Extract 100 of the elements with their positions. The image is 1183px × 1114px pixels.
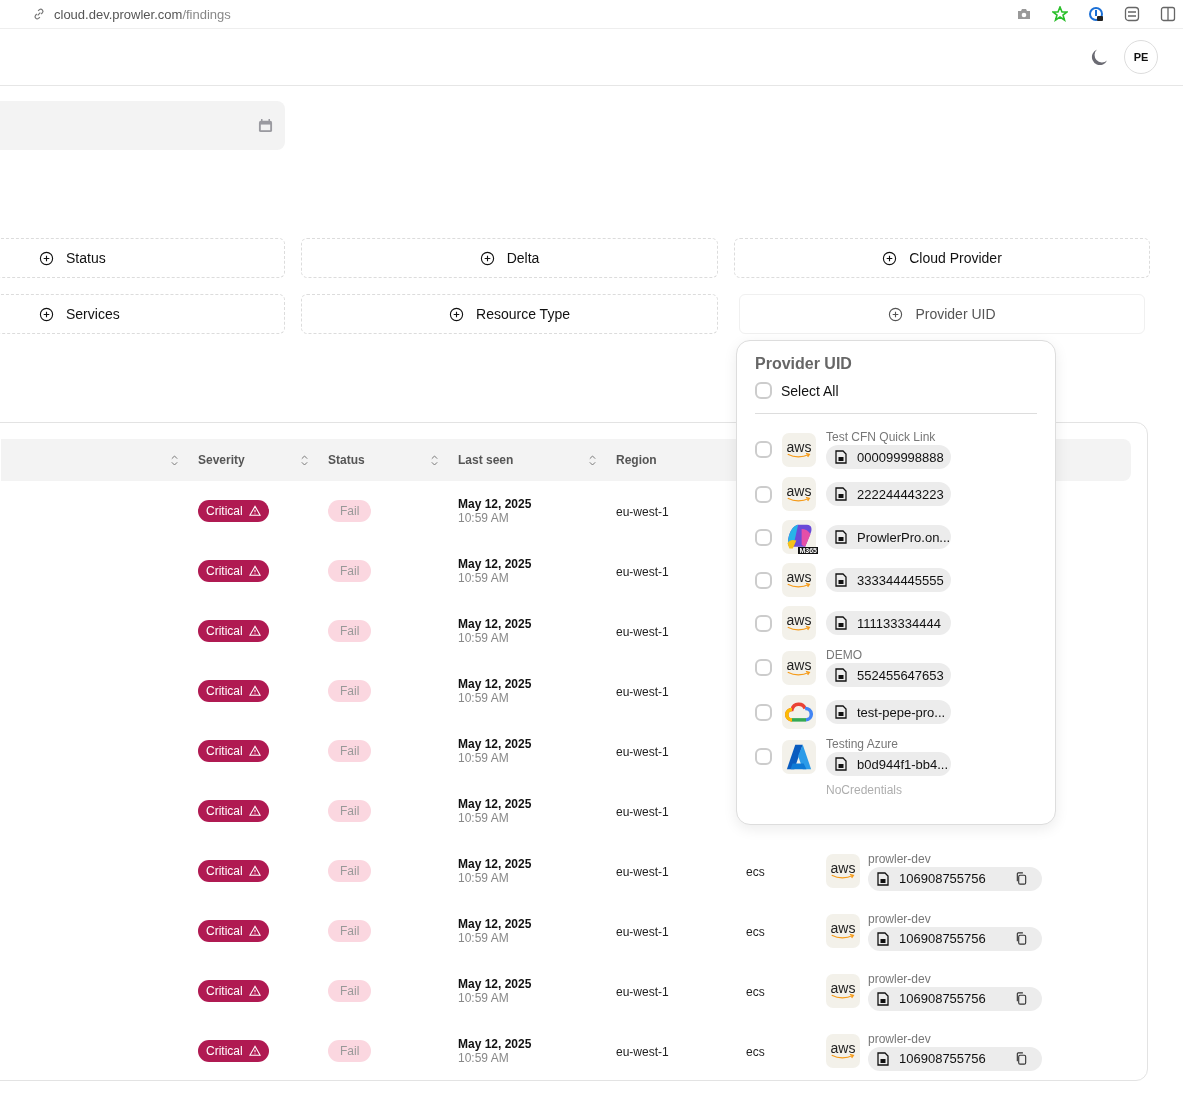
time-text: 10:59 AM (458, 511, 510, 525)
filter-button[interactable]: Cloud Provider (734, 238, 1150, 278)
status-badge: Fail (328, 920, 372, 942)
account-alias: DEMO (826, 648, 863, 662)
status-badge: Fail (328, 800, 372, 822)
account-alias: Test CFN Quick Link (826, 430, 937, 444)
copy-icon[interactable] (1015, 1052, 1028, 1065)
uid-text: 106908755756 (899, 871, 986, 886)
column-header[interactable]: Region (616, 453, 657, 467)
account-alias: NoCredentials (826, 783, 903, 797)
checkbox[interactable] (755, 528, 772, 546)
status-badge: Fail (328, 740, 372, 762)
uid-text: ProwlerPro.on... (857, 529, 951, 545)
sort-icon[interactable] (170, 453, 179, 467)
checkbox[interactable] (755, 703, 772, 721)
checkbox[interactable] (755, 571, 772, 589)
filter-button[interactable]: Resource Type (301, 294, 718, 334)
copy-icon[interactable] (1015, 992, 1028, 1005)
uid-text: 333344445555 (857, 572, 944, 588)
severity-badge: Critical (198, 1040, 269, 1062)
date-text: May 12, 2025 (458, 677, 533, 691)
camera-icon[interactable] (1016, 6, 1032, 22)
status-badge: Fail (328, 500, 372, 522)
severity-badge: Critical (198, 920, 269, 942)
severity-badge: Critical (198, 620, 269, 642)
sim-card-icon (877, 991, 889, 1006)
status-badge: Fail (328, 680, 372, 702)
region-text: eu-west-1 (616, 565, 669, 579)
column-header[interactable]: Severity (198, 453, 245, 467)
status-badge: Fail (328, 860, 372, 882)
star-icon[interactable] (1052, 6, 1068, 22)
uid-text: 552455647653 (857, 667, 944, 683)
status-badge: Fail (328, 1040, 372, 1062)
plus-circle-icon (479, 250, 495, 266)
date-text: May 12, 2025 (458, 557, 533, 571)
uid-text: test-pepe-pro... (857, 704, 946, 720)
time-text: 10:59 AM (458, 871, 510, 885)
account-alias: prowler-dev (868, 971, 932, 986)
date-text: May 12, 2025 (458, 797, 533, 811)
time-text: 10:59 AM (458, 751, 510, 765)
date-text: May 12, 2025 (458, 617, 533, 631)
checkbox[interactable] (755, 659, 772, 676)
aws-logo: aws (782, 650, 816, 685)
date-text: May 12, 2025 (458, 1037, 533, 1051)
region-text: eu-west-1 (616, 1045, 669, 1059)
service-text: ecs (746, 865, 765, 879)
sim-card-icon (835, 668, 847, 682)
aws-logo: aws (782, 432, 816, 467)
aws-logo: aws (782, 477, 816, 511)
filter-button[interactable]: Provider UID (739, 294, 1145, 334)
checkbox[interactable] (755, 748, 772, 765)
aws-logo: aws (782, 606, 816, 640)
service-text: ecs (746, 925, 765, 939)
calendar-icon (258, 118, 273, 133)
uid-text: 111133334444 (857, 615, 941, 631)
sort-icon[interactable] (300, 453, 309, 467)
sim-card-icon (835, 487, 847, 501)
sort-icon[interactable] (588, 453, 597, 467)
filter-button[interactable]: Delta (301, 238, 718, 278)
plus-circle-icon (882, 250, 898, 266)
provider-logo: aws (826, 974, 860, 1008)
date-text: May 12, 2025 (458, 857, 533, 871)
sim-card-icon (835, 573, 847, 587)
dropdown-title: Provider UID (755, 355, 853, 373)
sort-icon[interactable] (430, 453, 439, 467)
copy-icon[interactable] (1015, 932, 1028, 945)
severity-badge: Critical (198, 560, 269, 582)
provider-logo: aws (826, 914, 860, 948)
region-text: eu-west-1 (616, 925, 669, 939)
url-text[interactable]: cloud.dev.prowler.com/findings (54, 6, 231, 22)
time-text: 10:59 AM (458, 991, 510, 1005)
service-text: ecs (746, 1045, 765, 1059)
time-text: 10:59 AM (458, 931, 510, 945)
provider-logo: aws (826, 1034, 860, 1068)
severity-badge: Critical (198, 980, 269, 1002)
checkbox[interactable] (755, 441, 772, 458)
aws-logo: aws (782, 563, 816, 597)
sim-card-icon (835, 757, 847, 771)
sim-card-icon (835, 616, 847, 630)
uid-text: 222244443223 (857, 486, 944, 502)
region-text: eu-west-1 (616, 745, 669, 759)
provider-logo: aws (826, 854, 860, 888)
filter-button[interactable]: Services (0, 294, 285, 334)
copy-icon[interactable] (1015, 872, 1028, 885)
password-manager-icon[interactable] (1088, 6, 1104, 22)
time-text: 10:59 AM (458, 571, 510, 585)
sidebar-icon[interactable] (1160, 6, 1176, 22)
select-all-checkbox[interactable]: Select All (755, 382, 1037, 399)
filter-button[interactable]: Status (0, 238, 285, 278)
time-text: 10:59 AM (458, 811, 510, 825)
plus-circle-icon (888, 306, 904, 322)
column-header[interactable]: Last seen (458, 453, 514, 467)
severity-badge: Critical (198, 740, 269, 762)
region-text: eu-west-1 (616, 985, 669, 999)
date-picker-field[interactable] (0, 101, 285, 150)
account-alias: Testing Azure (826, 737, 900, 751)
checkbox[interactable] (755, 485, 772, 503)
severity-badge: Critical (198, 680, 269, 702)
column-header[interactable]: Status (328, 453, 365, 467)
checkbox[interactable] (755, 614, 772, 632)
